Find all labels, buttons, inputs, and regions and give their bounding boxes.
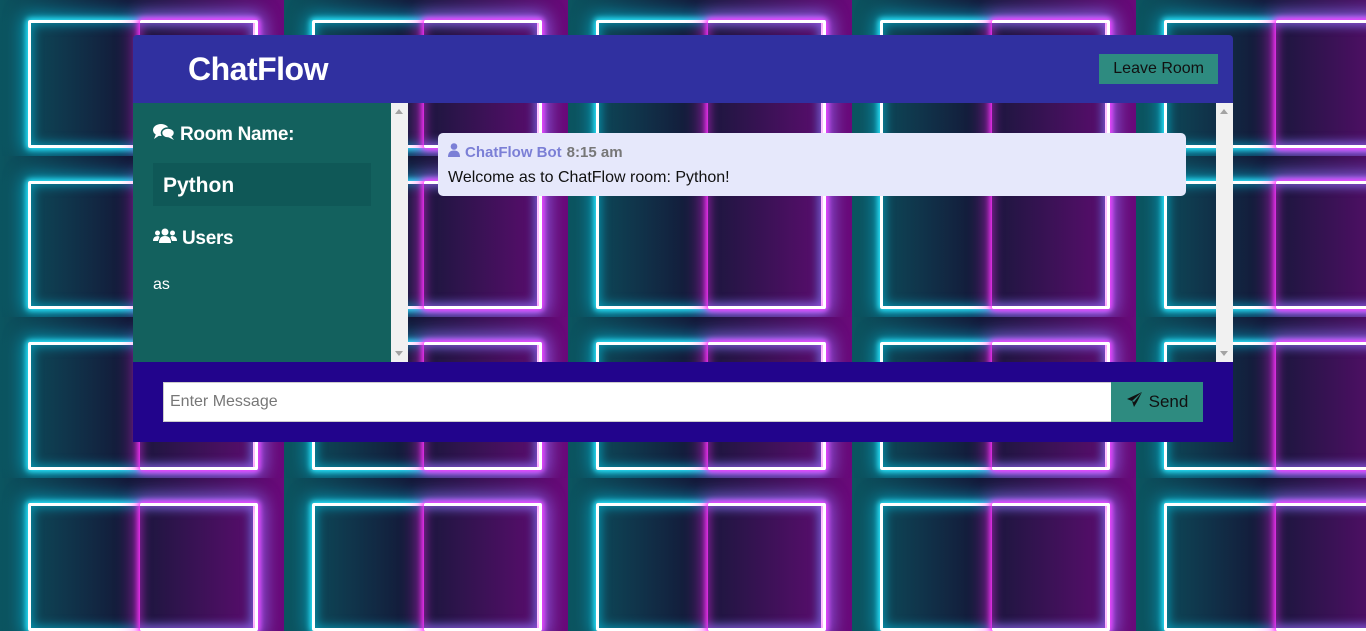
message-text: Welcome as to ChatFlow room: Python! [448, 169, 730, 186]
sidebar: Room Name: Python Users as [133, 103, 391, 362]
chat-main: Room Name: Python Users as ChatFlow Bot … [133, 103, 1233, 362]
message-time: 8:15 am [566, 143, 623, 161]
neon-tile-magenta [140, 503, 258, 631]
user-list-item: as [153, 276, 170, 293]
message-author: ChatFlow Bot [465, 143, 562, 161]
scroll-up-arrow-icon[interactable] [1220, 109, 1228, 114]
user-icon [448, 143, 460, 161]
chat-window: ChatFlow Leave Room Room Name: Python Us… [133, 35, 1233, 442]
neon-tile-magenta [1276, 503, 1366, 631]
users-heading: Users [153, 228, 371, 250]
scroll-down-arrow-icon[interactable] [395, 351, 403, 356]
room-name-heading: Room Name: [153, 123, 371, 147]
users-icon [153, 228, 177, 250]
neon-tile-magenta [1276, 181, 1366, 309]
scroll-up-arrow-icon[interactable] [395, 109, 403, 114]
neon-tile-magenta [708, 503, 826, 631]
neon-tile-magenta [992, 503, 1110, 631]
paper-plane-icon [1126, 391, 1143, 413]
app-logo: ChatFlow [188, 50, 328, 87]
scroll-down-arrow-icon[interactable] [1220, 351, 1228, 356]
messages-panel: ChatFlow Bot 8:15 am Welcome as to ChatF… [408, 103, 1216, 362]
message-composer: Send [133, 362, 1233, 442]
message-meta: ChatFlow Bot 8:15 am [448, 143, 1176, 161]
users-label: Users [182, 228, 234, 249]
messages-scrollbar[interactable] [1216, 103, 1233, 362]
sidebar-scrollbar[interactable] [391, 103, 408, 362]
room-name-label: Room Name: [180, 124, 295, 145]
send-button[interactable]: Send [1111, 382, 1203, 422]
leave-room-button[interactable]: Leave Room [1099, 54, 1218, 84]
neon-tile-magenta [1276, 20, 1366, 148]
comments-icon [153, 123, 176, 147]
room-name-value: Python [153, 163, 371, 206]
neon-tile-magenta [424, 503, 542, 631]
app-header: ChatFlow Leave Room [133, 35, 1233, 103]
message-input[interactable] [163, 382, 1111, 422]
send-label: Send [1148, 392, 1189, 411]
message-item: ChatFlow Bot 8:15 am Welcome as to ChatF… [438, 133, 1186, 196]
neon-tile-magenta [1276, 342, 1366, 470]
